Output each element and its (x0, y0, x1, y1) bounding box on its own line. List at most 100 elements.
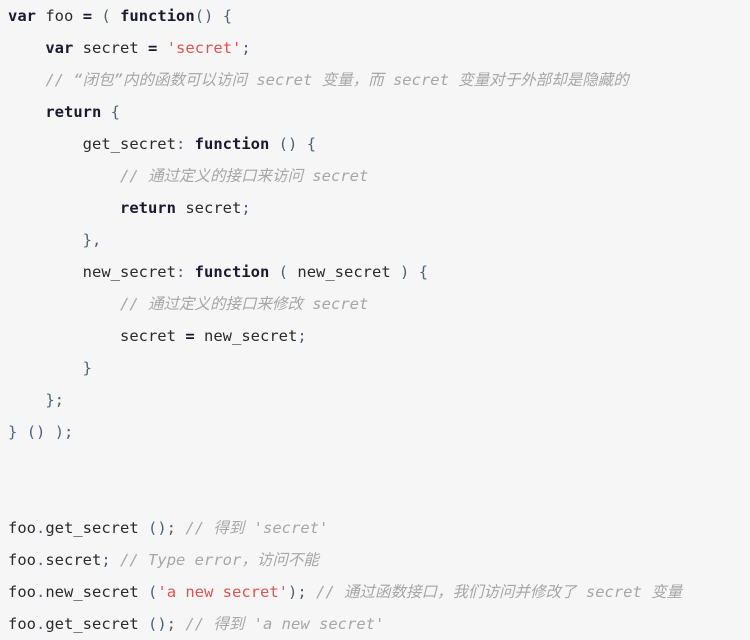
code-line: var foo = ( function() { (8, 0, 750, 32)
code-token-punc: { (418, 263, 429, 281)
code-token-punc: }; (45, 391, 64, 409)
code-line: foo.get_secret (); // 得到 'secret' (8, 512, 750, 544)
code-token-punc: ); (288, 583, 307, 601)
code-token-cmt: // 通过定义的接口来访问 secret (119, 167, 369, 185)
code-token-cmt: // Type error，访问不能 (120, 551, 319, 569)
code-token-kw: return (119, 199, 176, 217)
code-token-id: get_secret (45, 615, 139, 633)
code-token-punc: () (194, 7, 214, 25)
code-line: foo.secret; // Type error，访问不能 (8, 544, 750, 576)
code-line: // “闭包”内的函数可以访问 secret 变量，而 secret 变量对于外… (8, 64, 750, 96)
code-token-id: secret (82, 39, 139, 57)
code-token-op: = (185, 327, 195, 345)
code-token-kw: var (8, 7, 36, 25)
code-token-id: foo (45, 7, 74, 25)
code-token-str: 'a new secret' (157, 583, 289, 601)
code-line: foo.new_secret ('a new secret'); // 通过函数… (8, 576, 750, 608)
code-token-punc: ); (54, 423, 74, 441)
code-line: new_secret: function ( new_secret ) { (8, 256, 750, 288)
code-token-kw: return (45, 103, 102, 121)
code-line: secret = new_secret; (8, 320, 750, 352)
code-token-punc: : (175, 135, 186, 153)
code-block[interactable]: var foo = ( function() { var secret = 's… (0, 0, 750, 633)
code-token-punc: } (8, 423, 18, 441)
code-token-punc: ; (101, 551, 111, 569)
code-token-kw: function (194, 263, 270, 281)
code-token-punc: . (36, 615, 46, 633)
code-token-punc: ( (148, 583, 158, 601)
code-line: return secret; (8, 192, 750, 224)
code-token-punc: ; (241, 199, 251, 217)
code-token-punc: { (306, 135, 317, 153)
code-token-punc: ) (400, 263, 410, 281)
code-line: return { (8, 96, 750, 128)
code-token-cmt: // 通过定义的接口来修改 secret (119, 295, 369, 313)
code-token-op: = (82, 7, 93, 25)
code-token-cmt: // 得到 'a new secret' (185, 615, 385, 633)
code-token-id: get_secret (82, 135, 176, 153)
code-token-id: secret (119, 327, 176, 345)
code-token-punc: ( (278, 263, 289, 281)
code-line: // 通过定义的接口来修改 secret (8, 288, 750, 320)
code-token-id: foo (8, 615, 36, 633)
code-token-punc: { (222, 7, 233, 25)
code-token-punc: { (110, 103, 121, 121)
code-token-punc: (); (148, 615, 177, 633)
code-token-kw: function (194, 135, 270, 153)
code-line: // 通过定义的接口来访问 secret (8, 160, 750, 192)
code-token-cmt: // “闭包”内的函数可以访问 secret 变量，而 secret 变量对于外… (45, 71, 629, 89)
code-line: } (8, 352, 750, 384)
code-line: } () ); (8, 416, 750, 448)
code-line: var secret = 'secret'; (8, 32, 750, 64)
code-token-punc: ; (241, 39, 251, 57)
code-token-id: new_secret (297, 263, 391, 281)
code-token-id: new_secret (45, 583, 139, 601)
code-token-id: new_secret (82, 263, 176, 281)
code-token-punc: } (82, 359, 92, 377)
code-token-kw: var (45, 39, 74, 57)
code-token-punc: : (175, 263, 186, 281)
code-token-punc: }, (82, 231, 102, 249)
code-token-id: secret (185, 199, 242, 217)
code-token-punc: . (36, 551, 46, 569)
code-line: }, (8, 224, 750, 256)
code-token-cmt: // 通过函数接口，我们访问并修改了 secret 变量 (316, 583, 683, 601)
code-token-punc: ; (297, 327, 307, 345)
